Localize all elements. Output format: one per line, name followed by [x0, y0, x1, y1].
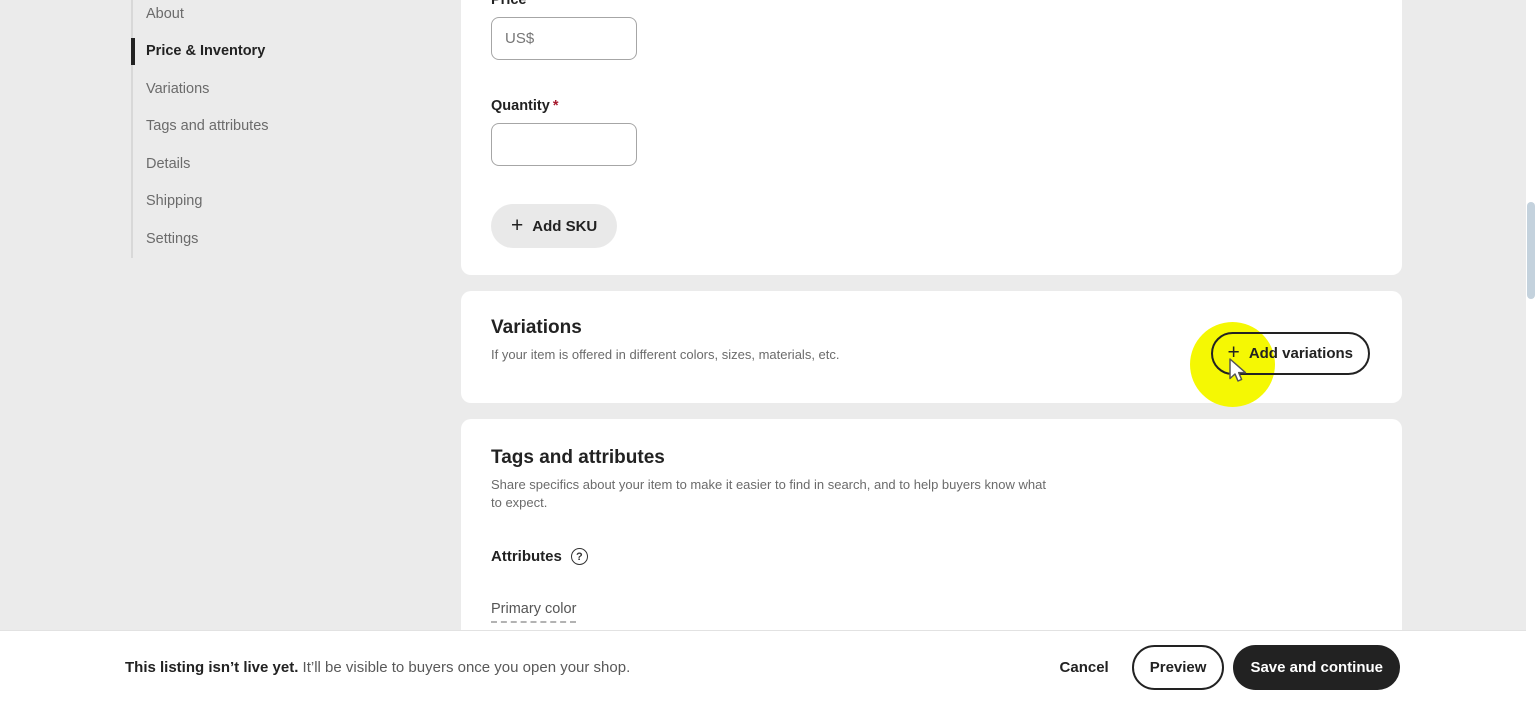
status-detail-text: It’ll be visible to buyers once you open… [302, 658, 631, 676]
attributes-row: Attributes ? [491, 548, 1372, 565]
sidebar-item-price-inventory[interactable]: Price & Inventory [131, 33, 433, 71]
price-label: Price [491, 0, 527, 8]
quantity-input[interactable] [491, 123, 637, 166]
tags-attributes-title: Tags and attributes [491, 447, 665, 468]
scrollbar-thumb[interactable] [1527, 202, 1535, 299]
save-and-continue-button[interactable]: Save and continue [1233, 644, 1400, 690]
listing-status-message: This listing isn’t live yet. It’ll be vi… [125, 659, 630, 676]
plus-icon: + [511, 213, 524, 237]
quantity-label-text: Quantity [491, 98, 550, 114]
sidebar-item-settings[interactable]: Settings [133, 220, 433, 258]
add-variations-button[interactable]: + Add variations [1210, 332, 1370, 375]
tags-attributes-card: Tags and attributes Share specifics abou… [461, 419, 1402, 649]
price-inventory-card: Price Quantity* + Add SKU [461, 0, 1402, 275]
help-icon[interactable]: ? [570, 548, 588, 565]
sidebar-item-tags-attributes[interactable]: Tags and attributes [133, 108, 433, 146]
listing-editor-page: About Price & Inventory Variations Tags … [0, 0, 1536, 703]
add-sku-button[interactable]: + Add SKU [491, 204, 618, 248]
preview-button[interactable]: Preview [1131, 644, 1225, 690]
sidebar-item-shipping[interactable]: Shipping [133, 183, 433, 221]
sidebar-item-details[interactable]: Details [133, 145, 433, 183]
footer-bar: This listing isn’t live yet. It’ll be vi… [0, 630, 1536, 703]
required-asterisk: * [552, 98, 559, 114]
section-nav: About Price & Inventory Variations Tags … [131, 0, 433, 258]
sidebar-item-about[interactable]: About [133, 0, 433, 33]
plus-icon: + [1227, 341, 1240, 364]
primary-color-label[interactable]: Primary color [491, 601, 577, 623]
attributes-label: Attributes [491, 548, 562, 565]
quantity-label: Quantity * [491, 98, 1372, 115]
scrollbar-track [1526, 0, 1536, 703]
footer-actions: Cancel Preview Save and continue [1060, 644, 1400, 690]
sidebar-item-variations[interactable]: Variations [133, 70, 433, 108]
price-input[interactable] [491, 17, 637, 60]
add-sku-label: Add SKU [532, 217, 598, 235]
add-variations-label: Add variations [1248, 345, 1353, 362]
status-bold-text: This listing isn’t live yet. [125, 658, 299, 676]
tags-attributes-subtitle: Share specifics about your item to make … [491, 477, 1046, 510]
cancel-button[interactable]: Cancel [1060, 659, 1109, 676]
